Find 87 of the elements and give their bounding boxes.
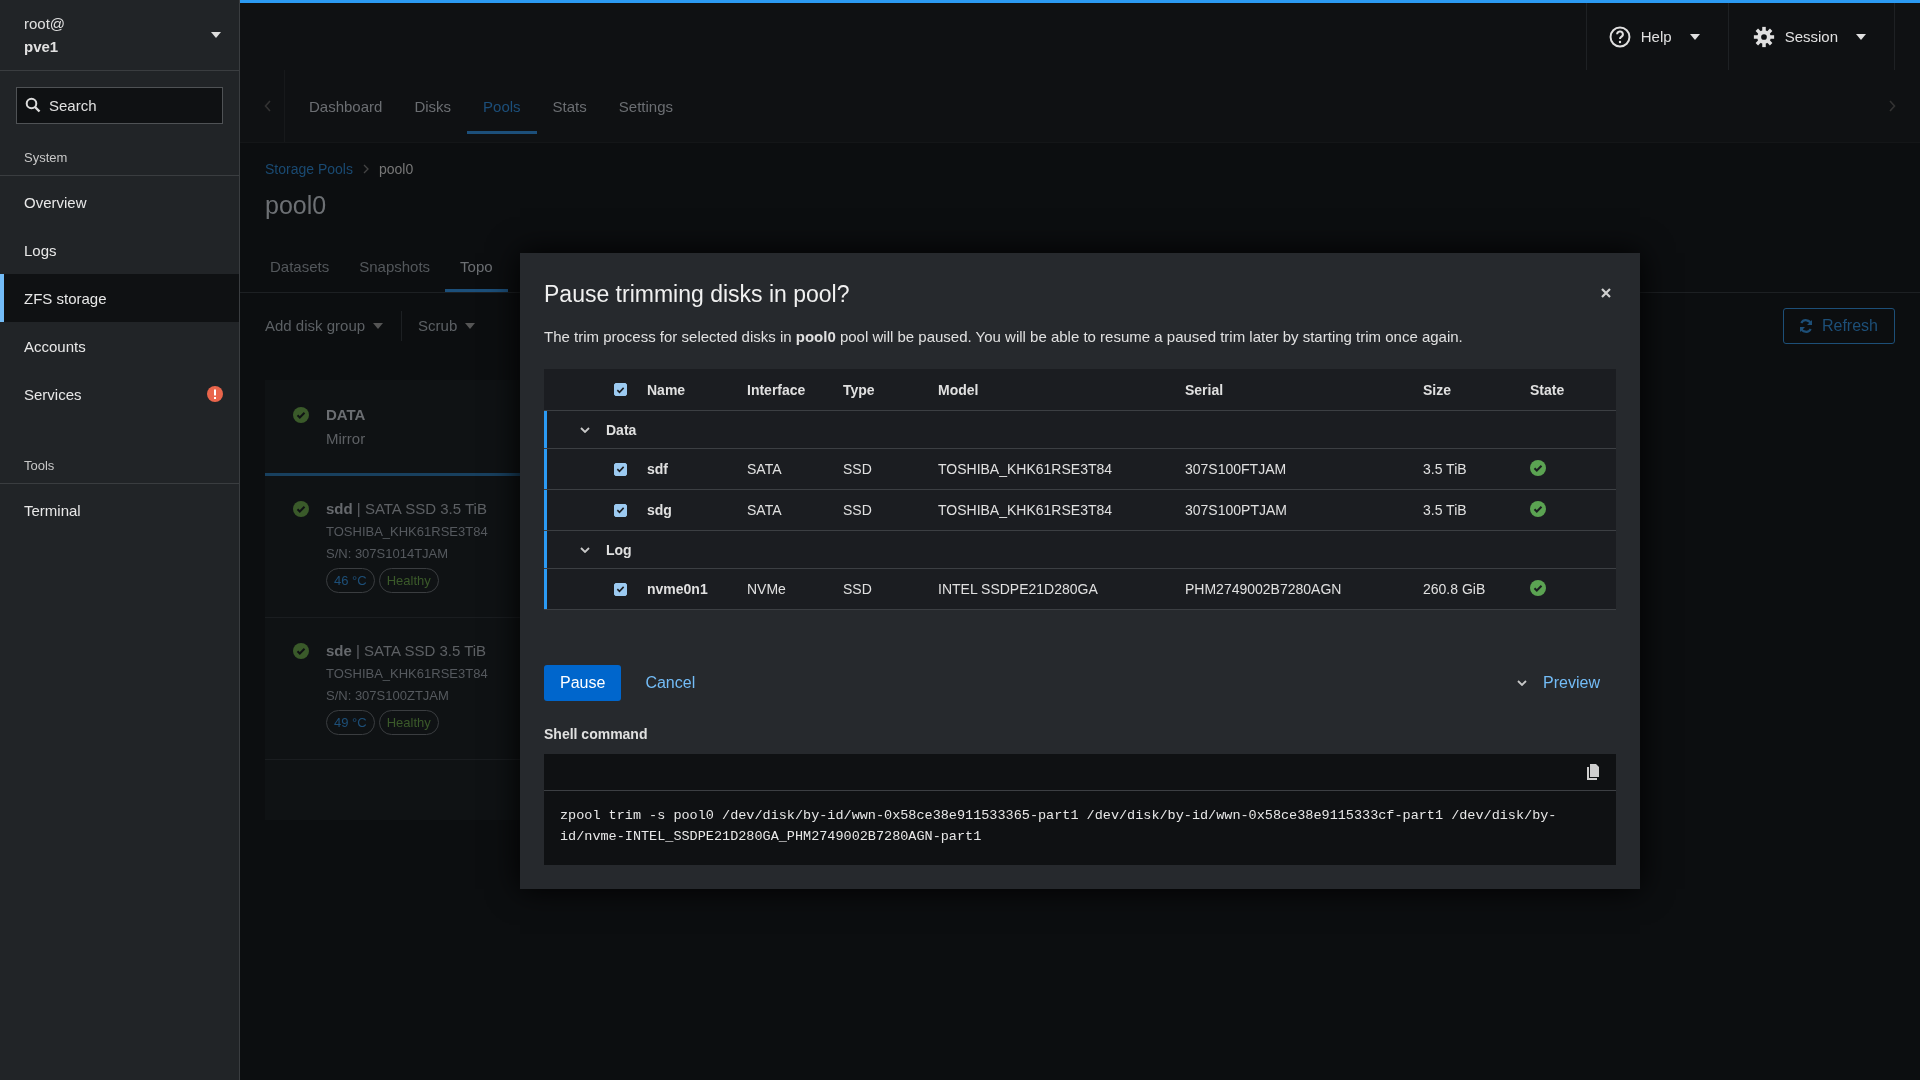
table-cell-text: sdg xyxy=(647,502,673,518)
refresh-button[interactable]: Refresh xyxy=(1782,307,1895,344)
caret-icon xyxy=(1856,33,1866,40)
cancel-button[interactable]: Cancel xyxy=(629,665,712,701)
group-name: Log xyxy=(606,541,633,558)
section-heading: Tools xyxy=(0,424,239,484)
disk-summary: | SATA SSD 3.5 TiB xyxy=(356,642,487,659)
disk-name: sde xyxy=(326,642,352,659)
table-cell-text: SSD xyxy=(843,461,873,477)
table-cell-text: 3.5 TiB xyxy=(1423,461,1468,477)
table-cell-text: 3.5 TiB xyxy=(1423,502,1468,518)
checkbox[interactable] xyxy=(614,383,627,396)
column-header: Type xyxy=(843,381,876,398)
sidebar-item[interactable]: Overview xyxy=(0,178,239,226)
checkbox[interactable] xyxy=(614,462,627,476)
table-cell-text: INTEL SSDPE21D280GA xyxy=(938,581,1099,597)
group-name: Data xyxy=(606,421,638,438)
table-cell-text: sdf xyxy=(647,461,669,477)
disk-name: sdd xyxy=(326,500,353,517)
table-cell-text: TOSHIBA_KHK61RSE3T84 xyxy=(938,461,1114,477)
table-cell-text: SATA xyxy=(747,461,783,477)
caret-icon xyxy=(373,322,384,329)
sidebar-item[interactable]: Services xyxy=(0,370,239,418)
nav-tab[interactable]: Settings xyxy=(602,70,689,142)
table-cell-text: SSD xyxy=(843,581,873,597)
nav-tab[interactable]: Pools xyxy=(467,78,537,134)
chevron-icon[interactable] xyxy=(580,546,590,553)
user-name: root@ xyxy=(24,15,67,32)
column-header: Model xyxy=(938,381,980,398)
sidebar-item[interactable]: Logs xyxy=(0,226,239,274)
sub-tab[interactable]: Topo xyxy=(445,240,508,292)
caret-icon xyxy=(465,322,476,329)
column-header: Interface xyxy=(747,381,807,398)
shell-command: zpool trim -s pool0 /dev/disk/by-id/wwn-0x58ce38e911533365-part1 /dev/disk/by-id/wwn-0x58ce38e9115333cf-part1 /dev/disk/by-id/nvme-INTEL_SSDPE21D280GA_PHM2749002B7280AGN-part1 xyxy=(559,807,1558,846)
breadcrumb-link[interactable]: Storage Pools xyxy=(265,161,353,177)
caret-icon[interactable] xyxy=(211,32,221,38)
checkbox[interactable] xyxy=(614,503,627,517)
table-cell-text: 260.8 GiB xyxy=(1423,581,1487,597)
settings-icon xyxy=(1752,25,1775,48)
table-cell-text: nvme0n1 xyxy=(647,581,709,597)
disk-model: TOSHIBA_KHK61RSE3T84 xyxy=(326,666,488,681)
group-name: DATA xyxy=(326,406,366,423)
sidebar-item[interactable]: ZFS storage xyxy=(0,274,239,322)
column-header: State xyxy=(1530,381,1566,398)
close-icon[interactable] xyxy=(1600,286,1612,299)
nav-tab[interactable]: Disks xyxy=(398,70,468,142)
disk-serial: S/N: 307S100ZTJAM xyxy=(326,688,450,703)
disk-serial: S/N: 307S1014TJAM xyxy=(326,546,450,561)
breadcrumb-current: pool0 xyxy=(378,161,414,177)
table-cell-text: TOSHIBA_KHK61RSE3T84 xyxy=(938,502,1114,518)
chevron-icon[interactable] xyxy=(580,426,590,433)
chevron-icon xyxy=(362,164,369,174)
disk-model: TOSHIBA_KHK61RSE3T84 xyxy=(326,524,488,539)
nav-tab[interactable]: Dashboard xyxy=(293,70,399,142)
caret-icon xyxy=(1689,33,1700,40)
copy-icon[interactable] xyxy=(1586,764,1600,780)
group-type: Mirror xyxy=(326,430,366,447)
preview-toggle[interactable]: Preview xyxy=(1501,665,1616,701)
column-header: Name xyxy=(647,381,687,398)
dialog-description: The trim process for selected disks in pool0 pool will be paused. You will be able to resume a paused trim later by starting trim once again. xyxy=(544,328,1464,345)
sidebar-item[interactable]: Terminal xyxy=(0,486,239,534)
table-cell-text: 307S100FTJAM xyxy=(1185,461,1288,477)
refresh-icon xyxy=(1797,317,1814,334)
sub-tab[interactable]: Snapshots xyxy=(344,240,446,292)
scrub-dropdown[interactable]: Scrub xyxy=(418,317,494,334)
table-cell-text: SATA xyxy=(747,502,783,518)
host-name: pve1 xyxy=(24,38,60,55)
sub-tab[interactable]: Datasets xyxy=(255,240,345,292)
search-field[interactable]: Search xyxy=(16,87,223,124)
table-cell-text: SSD xyxy=(843,502,873,518)
dialog-title: Pause trimming disks in pool? xyxy=(544,281,850,308)
column-header: Serial xyxy=(1185,381,1225,398)
chevron-icon xyxy=(1517,680,1528,686)
section-heading: System xyxy=(0,124,239,176)
add-disk-group-dropdown[interactable]: Add disk group xyxy=(265,317,402,334)
table-cell-text: 307S100PTJAM xyxy=(1185,502,1288,518)
page-title: pool0 xyxy=(265,191,328,220)
table-cell-text: PHM2749002B7280AGN xyxy=(1185,581,1343,597)
table-cell-text: NVMe xyxy=(747,581,787,597)
sidebar-item[interactable]: Accounts xyxy=(0,322,239,370)
nav-tab[interactable]: Stats xyxy=(536,70,603,142)
help-icon xyxy=(1608,25,1631,48)
search-icon xyxy=(25,97,41,113)
disk-summary: | SATA SSD 3.5 TiB xyxy=(356,500,487,517)
pause-button[interactable]: Pause xyxy=(544,665,622,701)
column-header: Size xyxy=(1423,381,1452,398)
checkbox[interactable] xyxy=(614,582,627,596)
